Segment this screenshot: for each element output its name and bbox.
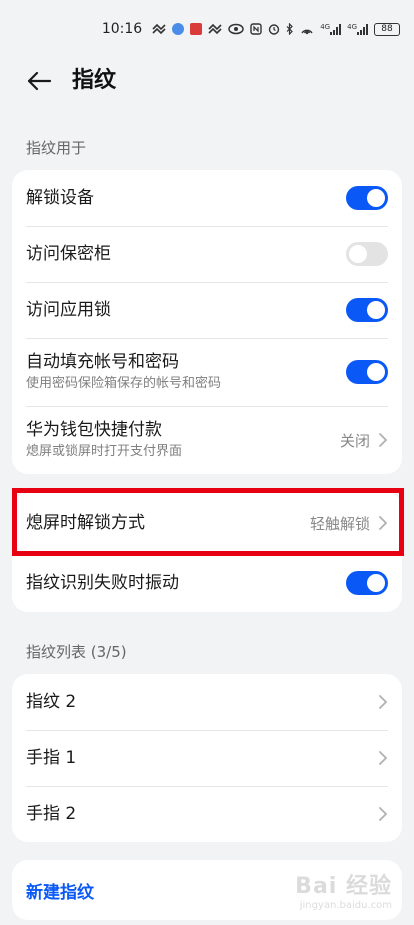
status-bar: 10:16 4G 4G 88 [0, 0, 414, 58]
row-title: 自动填充帐号和密码 [26, 352, 179, 372]
row-access-safe[interactable]: 访问保密柜 [12, 226, 402, 282]
vibrate-toggle[interactable] [346, 571, 388, 595]
chevron-right-icon [379, 751, 387, 765]
network-type-label-1: 4G [320, 23, 331, 31]
row-title: 手指 2 [26, 804, 77, 824]
row-value: 关闭 [339, 431, 370, 450]
signal-icon-2: 4G [347, 23, 368, 35]
section-label-list: 指纹列表 (3/5) [26, 643, 127, 661]
row-vibrate-on-fail[interactable]: 指纹识别失败时振动 [12, 554, 402, 612]
section-label-usage: 指纹用于 [26, 139, 87, 157]
hotspot-icon [300, 23, 314, 35]
app-header: 指纹 [0, 58, 414, 104]
row-title: 指纹 2 [26, 692, 77, 712]
row-title: 访问应用锁 [26, 300, 111, 320]
list-item[interactable]: 指纹 2 [12, 674, 402, 730]
row-unlock-device[interactable]: 解锁设备 [12, 170, 402, 226]
status-time: 10:16 [101, 21, 143, 37]
chevron-right-icon [379, 695, 387, 709]
arrow-left-icon [27, 71, 52, 91]
row-access-app-lock[interactable]: 访问应用锁 [12, 282, 402, 338]
row-title: 指纹识别失败时振动 [26, 573, 179, 593]
watermark-url: jingyan.baidu.com [299, 900, 392, 911]
alarm-icon [268, 23, 280, 35]
watermark-logo: Bai 经验 [295, 874, 392, 899]
app-lock-toggle[interactable] [346, 298, 388, 322]
row-autofill[interactable]: 自动填充帐号和密码 使用密码保险箱保存的帐号和密码 [12, 338, 402, 406]
row-value: 轻触解锁 [309, 514, 370, 533]
row-title: 华为钱包快捷付款 [26, 420, 162, 440]
row-subtitle: 熄屏或锁屏时打开支付界面 [26, 444, 183, 459]
signal-icon-1: 4G [320, 23, 342, 35]
battery-indicator: 88 [374, 22, 400, 36]
nfc-icon [250, 23, 262, 35]
bluetooth-icon [286, 23, 294, 35]
autofill-toggle[interactable] [346, 360, 388, 384]
notification-icon [152, 23, 166, 35]
eye-icon [228, 23, 244, 35]
app-notification-icon [172, 23, 185, 35]
page-title: 指纹 [72, 68, 117, 93]
row-huawei-wallet[interactable]: 华为钱包快捷付款 熄屏或锁屏时打开支付界面 关闭 [12, 406, 402, 474]
list-item[interactable]: 手指 1 [12, 730, 402, 786]
back-button[interactable] [24, 66, 54, 96]
fingerprint-settings-page: 10:16 4G 4G 88 指纹 指纹用于 解锁设备 访问保密柜 访问应用锁 … [0, 0, 414, 925]
row-subtitle: 使用密码保险箱保存的帐号和密码 [26, 376, 222, 391]
unlock-card: 熄屏时解锁方式 轻触解锁 指纹识别失败时振动 [12, 492, 402, 612]
list-item[interactable]: 手指 2 [12, 786, 402, 842]
notification-icon-2 [208, 23, 222, 35]
app-notification-icon-red [190, 23, 203, 35]
row-title: 手指 1 [26, 748, 77, 768]
watermark: Bai 经验 jingyan.baidu.com [295, 868, 392, 911]
network-type-label-2: 4G [347, 23, 357, 31]
fingerprint-list-card: 指纹 2 手指 1 手指 2 [12, 674, 402, 842]
create-fingerprint-label: 新建指纹 [26, 882, 94, 903]
access-safe-toggle[interactable] [346, 242, 388, 266]
row-title: 访问保密柜 [26, 244, 111, 264]
row-screen-off-unlock[interactable]: 熄屏时解锁方式 轻触解锁 [12, 492, 402, 554]
chevron-right-icon [379, 807, 387, 821]
chevron-right-icon [379, 516, 387, 530]
usage-card: 解锁设备 访问保密柜 访问应用锁 自动填充帐号和密码 使用密码保险箱保存的帐号和… [12, 170, 402, 474]
chevron-right-icon [379, 433, 387, 447]
unlock-device-toggle[interactable] [346, 186, 388, 210]
row-title: 熄屏时解锁方式 [26, 513, 145, 533]
row-title: 解锁设备 [26, 188, 94, 208]
